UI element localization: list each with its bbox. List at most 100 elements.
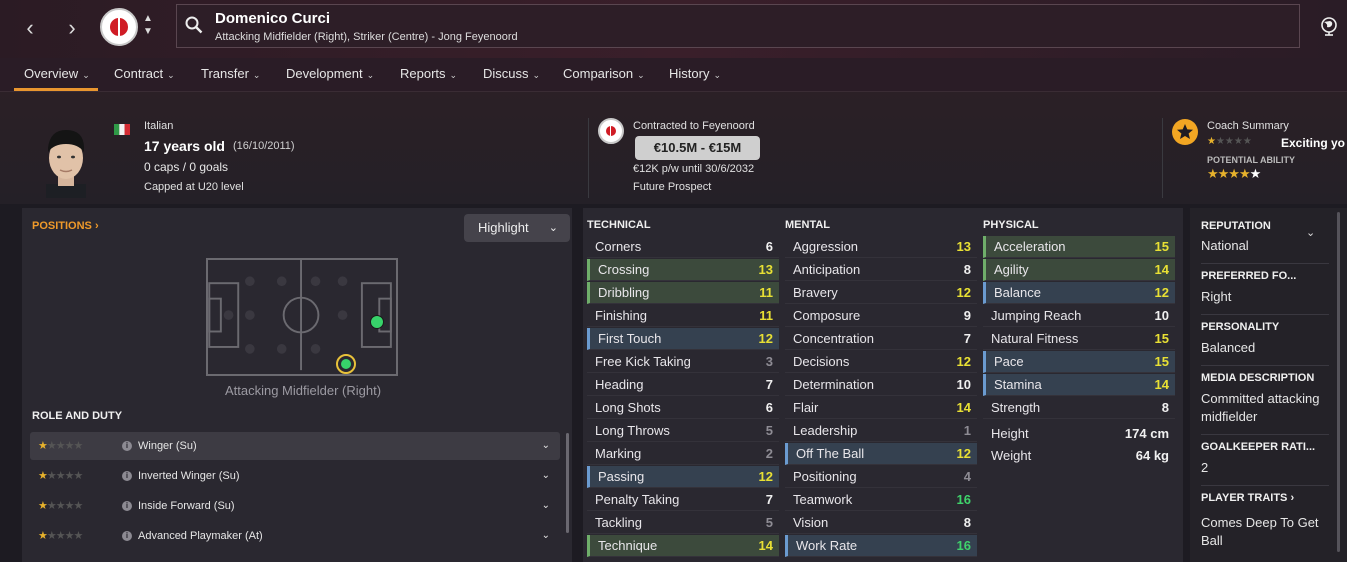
attribute-value: 8 [963, 515, 971, 530]
technical-attribute-row[interactable]: Finishing 11 [587, 305, 779, 327]
mental-attribute-row[interactable]: Decisions 12 [785, 351, 977, 373]
technical-attribute-row[interactable]: Corners 6 [587, 236, 779, 258]
role-stars: ★★★★★ [38, 500, 83, 512]
feyenoord-crest-icon [598, 118, 624, 144]
technical-attribute-row[interactable]: Technique 14 [587, 535, 779, 557]
physical-attribute-row[interactable]: Stamina 14 [983, 374, 1175, 396]
technical-attribute-row[interactable]: Long Throws 5 [587, 420, 779, 442]
coach-summary-text: Exciting yo [1281, 136, 1346, 150]
physical-title: PHYSICAL [983, 219, 1039, 231]
tab-overview[interactable]: Overview ⌄ [14, 66, 98, 91]
technical-attribute-row[interactable]: Penalty Taking 7 [587, 489, 779, 511]
contract-status: Future Prospect [633, 181, 712, 193]
attribute-value: 16 [956, 538, 971, 553]
physical-attribute-row[interactable]: Natural Fitness 15 [983, 328, 1175, 350]
player-traits-link[interactable]: PLAYER TRAITS › [1201, 492, 1294, 504]
mental-attribute-row[interactable]: Aggression 13 [785, 236, 977, 258]
player-search-box[interactable]: Domenico Curci Attacking Midfielder (Rig… [176, 4, 1300, 48]
tab-bar: Overview ⌄ Contract ⌄ Transfer ⌄ Developmen… [0, 58, 1347, 92]
tab-development[interactable]: Development ⌄ [286, 66, 374, 81]
attribute-value: 14 [1154, 377, 1169, 392]
player-name: Domenico Curci [215, 10, 331, 27]
capped-level: Capped at U20 level [144, 181, 244, 193]
attribute-value: 7 [963, 331, 971, 346]
forward-arrow-icon[interactable]: › [60, 14, 84, 42]
transfer-value[interactable]: €10.5M - €15M [635, 136, 760, 160]
tab-contract[interactable]: Contract ⌄ [114, 66, 175, 81]
role-name: Inside Forward (Su) [138, 500, 235, 512]
attribute-value: 4 [963, 469, 971, 484]
player-up-down-icon[interactable]: ▲ ▼ [143, 12, 153, 38]
physical-attribute-row[interactable]: Balance 12 [983, 282, 1175, 304]
chevron-down-icon[interactable]: ⌄ [542, 432, 550, 460]
role-duty-title: ROLE AND DUTY [32, 410, 123, 422]
chevron-down-icon[interactable]: ⌄ [542, 522, 550, 550]
tab-history[interactable]: History ⌄ [669, 66, 721, 81]
role-row-winger[interactable]: ★★★★★ i Winger (Su) ⌄ [30, 432, 560, 460]
tab-discuss[interactable]: Discuss ⌄ [483, 66, 540, 81]
physical-attribute-row[interactable]: Jumping Reach 10 [983, 305, 1175, 327]
mental-attribute-row[interactable]: Concentration 7 [785, 328, 977, 350]
attribute-value: 14 [1154, 262, 1169, 277]
technical-attribute-row[interactable]: Free Kick Taking 3 [587, 351, 779, 373]
mental-attribute-row[interactable]: Composure 9 [785, 305, 977, 327]
technical-attribute-row[interactable]: First Touch 12 [587, 328, 779, 350]
info-icon[interactable]: i [122, 531, 132, 541]
physical-attribute-row[interactable]: Pace 15 [983, 351, 1175, 373]
physical-attribute-row[interactable]: Strength 8 [983, 397, 1175, 419]
back-arrow-icon[interactable]: ‹ [18, 14, 42, 42]
attribute-value: 3 [765, 354, 773, 369]
technical-attribute-row[interactable]: Marking 2 [587, 443, 779, 465]
media-description-label: MEDIA DESCRIPTION [1201, 372, 1315, 384]
mental-attribute-row[interactable]: Positioning 4 [785, 466, 977, 488]
mental-attribute-row[interactable]: Vision 8 [785, 512, 977, 534]
mental-attribute-row[interactable]: Teamwork 16 [785, 489, 977, 511]
attribute-name: Crossing [598, 262, 650, 277]
technical-attribute-row[interactable]: Crossing 13 [587, 259, 779, 281]
info-icon[interactable]: i [122, 501, 132, 511]
chevron-down-icon[interactable]: ⌄ [542, 492, 550, 520]
mental-attribute-row[interactable]: Determination 10 [785, 374, 977, 396]
tab-reports[interactable]: Reports ⌄ [400, 66, 457, 81]
mental-attribute-row[interactable]: Bravery 12 [785, 282, 977, 304]
mental-attribute-row[interactable]: Off The Ball 12 [785, 443, 977, 465]
highlight-dropdown[interactable]: Highlight ⌄ [464, 214, 570, 242]
info-scrollbar[interactable] [1337, 212, 1340, 552]
mental-attribute-row[interactable]: Anticipation 8 [785, 259, 977, 281]
positions-link[interactable]: POSITIONS › [32, 220, 99, 232]
info-icon[interactable]: i [122, 441, 132, 451]
role-row-inside-forward[interactable]: ★★★★★ i Inside Forward (Su) ⌄ [30, 492, 560, 520]
technical-attribute-row[interactable]: Dribbling 11 [587, 282, 779, 304]
physical-attribute-row[interactable]: Agility 14 [983, 259, 1175, 281]
roles-scrollbar[interactable] [566, 433, 569, 533]
technical-attribute-row[interactable]: Long Shots 6 [587, 397, 779, 419]
attribute-name: Acceleration [994, 239, 1066, 254]
attribute-name: Long Throws [595, 423, 670, 438]
role-row-inverted-winger[interactable]: ★★★★★ i Inverted Winger (Su) ⌄ [30, 462, 560, 490]
technical-attribute-row[interactable]: Heading 7 [587, 374, 779, 396]
mental-attribute-row[interactable]: Flair 14 [785, 397, 977, 419]
attributes-panel: TECHNICAL MENTAL PHYSICAL Corners 6 Crossi… [583, 208, 1183, 562]
mental-attribute-row[interactable]: Work Rate 16 [785, 535, 977, 557]
globe-icon[interactable] [1319, 16, 1339, 36]
technical-attribute-row[interactable]: Passing 12 [587, 466, 779, 488]
top-bar: ‹ › ▲ ▼ Domenico Curci Attacking Midfield… [0, 0, 1347, 58]
physical-attribute-row[interactable]: Acceleration 15 [983, 236, 1175, 258]
reputation-label: REPUTATION [1201, 220, 1271, 232]
attribute-value: 10 [1154, 308, 1169, 323]
technical-attribute-row[interactable]: Tackling 5 [587, 512, 779, 534]
attribute-value: 16 [956, 492, 971, 507]
tab-comparison[interactable]: Comparison ⌄ [563, 66, 645, 81]
attribute-name: Natural Fitness [991, 331, 1079, 346]
club-crest-icon[interactable] [100, 8, 138, 46]
goalkeeper-rating-value: 2 [1201, 460, 1209, 475]
attribute-value: 6 [765, 400, 773, 415]
attribute-name: Pace [994, 354, 1024, 369]
info-icon[interactable]: i [122, 471, 132, 481]
role-row-advanced-playmaker[interactable]: ★★★★★ i Advanced Playmaker (At) ⌄ [30, 522, 560, 550]
player-trait: Comes Deep To Get Ball [1201, 515, 1319, 548]
chevron-down-icon[interactable]: ⌄ [1306, 226, 1315, 239]
chevron-down-icon[interactable]: ⌄ [542, 462, 550, 490]
tab-transfer[interactable]: Transfer ⌄ [201, 66, 260, 81]
mental-attribute-row[interactable]: Leadership 1 [785, 420, 977, 442]
